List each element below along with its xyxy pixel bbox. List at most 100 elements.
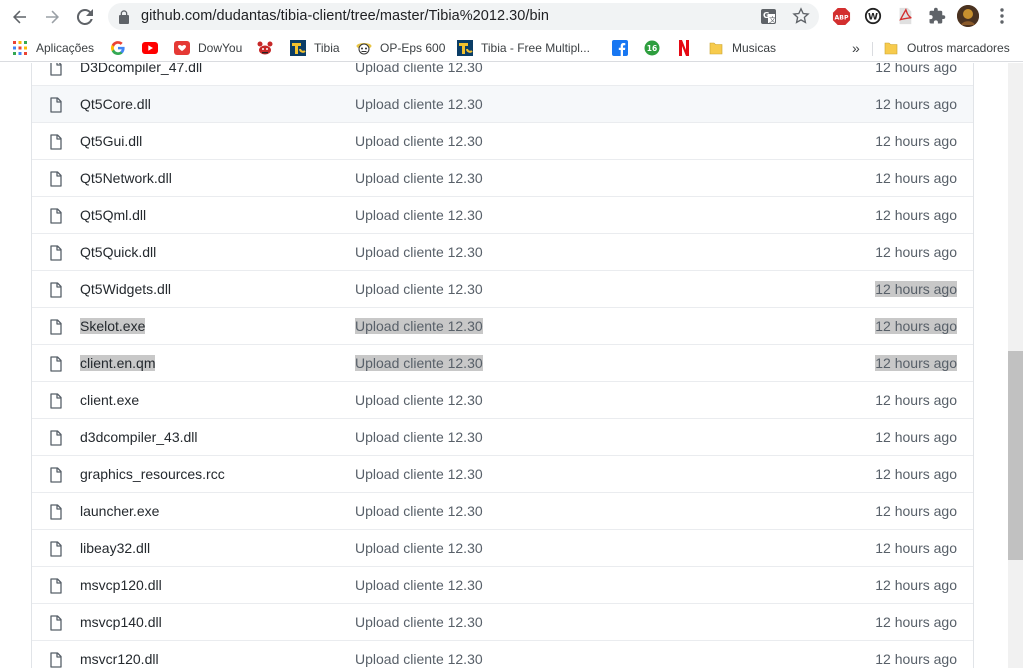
arrow-right-icon [46,10,59,24]
file-icon [50,356,62,372]
commit-age: 12 hours ago [875,503,957,519]
commit-message-link[interactable]: Upload cliente 12.30 [355,281,483,297]
bookmark-crab[interactable] [257,39,273,57]
file-name-link[interactable]: D3Dcompiler_47.dll [80,63,202,75]
commit-message-link[interactable]: Upload cliente 12.30 [355,540,483,556]
file-name-link[interactable]: msvcp140.dll [80,614,162,630]
file-name-link[interactable]: Qt5Quick.dll [80,244,156,260]
table-row[interactable]: msvcr120.dll Upload cliente 12.30 12 hou… [32,640,973,668]
file-name-link[interactable]: launcher.exe [80,503,159,519]
bookmark-op-eps[interactable]: OP-Eps 600 [356,39,445,57]
file-name-link[interactable]: client.exe [80,392,139,408]
bookmark-google[interactable] [110,39,126,57]
file-name-link[interactable]: msvcr120.dll [80,651,159,667]
onepiece-icon [356,40,372,56]
table-row[interactable]: Qt5Qml.dll Upload cliente 12.30 12 hours… [32,196,973,233]
file-name-link[interactable]: Qt5Gui.dll [80,133,142,149]
table-row[interactable]: D3Dcompiler_47.dll Upload cliente 12.30 … [32,63,973,85]
table-row[interactable]: graphics_resources.rcc Upload cliente 12… [32,455,973,492]
table-row[interactable]: Qt5Widgets.dll Upload cliente 12.30 12 h… [32,270,973,307]
commit-message-link[interactable]: Upload cliente 12.30 [355,96,483,112]
file-name-link[interactable]: client.en.qm [80,355,156,371]
table-row[interactable]: Skelot.exe Upload cliente 12.30 12 hours… [32,307,973,344]
pdf-icon[interactable] [895,6,915,26]
bookmark-16[interactable]: 16 [644,39,660,57]
chevron-double-right-icon: » [852,40,860,56]
commit-message-link[interactable]: Upload cliente 12.30 [355,614,483,630]
file-name-link[interactable]: Qt5Core.dll [80,96,151,112]
file-name-link[interactable]: Qt5Qml.dll [80,207,146,223]
browser-toolbar: github.com/dudantas/tibia-client/tree/ma… [0,0,1023,34]
commit-message-link[interactable]: Upload cliente 12.30 [355,170,483,186]
bookmark-folder-musicas[interactable]: Musicas [708,39,776,57]
file-name-link[interactable]: Qt5Widgets.dll [80,281,171,297]
address-bar[interactable]: github.com/dudantas/tibia-client/tree/ma… [108,3,819,30]
bookmark-tibia[interactable]: Tibia [290,39,340,57]
wikiwand-icon[interactable]: W [863,6,883,26]
table-row[interactable]: d3dcompiler_43.dll Upload cliente 12.30 … [32,418,973,455]
page-viewport: D3Dcompiler_47.dll Upload cliente 12.30 … [0,63,1008,668]
adblock-plus-icon[interactable]: ABP [831,6,851,26]
commit-message-link[interactable]: Upload cliente 12.30 [355,392,483,408]
commit-message-link[interactable]: Upload cliente 12.30 [355,318,483,334]
facebook-icon [612,40,628,56]
table-row[interactable]: msvcp120.dll Upload cliente 12.30 12 hou… [32,566,973,603]
bookmark-label: Outros marcadores [907,41,1010,55]
translate-icon[interactable]: G文 [760,8,777,25]
table-row[interactable]: libeay32.dll Upload cliente 12.30 12 hou… [32,529,973,566]
commit-message-link[interactable]: Upload cliente 12.30 [355,207,483,223]
table-row[interactable]: Qt5Quick.dll Upload cliente 12.30 12 hou… [32,233,973,270]
arrow-left-icon [13,10,26,24]
commit-age: 12 hours ago [875,63,957,75]
commit-age: 12 hours ago [875,281,957,297]
commit-message-link[interactable]: Upload cliente 12.30 [355,503,483,519]
table-row[interactable]: Qt5Core.dll Upload cliente 12.30 12 hour… [32,85,973,122]
bookmark-dowyou[interactable]: DowYou [174,39,242,57]
table-row[interactable]: Qt5Network.dll Upload cliente 12.30 12 h… [32,159,973,196]
file-name-link[interactable]: Skelot.exe [80,318,146,334]
file-name-link[interactable]: d3dcompiler_43.dll [80,429,198,445]
tibia-icon [290,40,306,56]
chrome-menu-button[interactable] [992,6,1012,26]
file-name-link[interactable]: msvcp120.dll [80,577,162,593]
svg-text:16: 16 [647,44,657,53]
bookmark-netflix[interactable] [676,39,692,57]
bookmark-apps[interactable]: Aplicações [12,39,94,57]
scrollbar-thumb[interactable] [1008,351,1023,560]
commit-message-link[interactable]: Upload cliente 12.30 [355,429,483,445]
commit-message-link[interactable]: Upload cliente 12.30 [355,133,483,149]
table-row[interactable]: Qt5Gui.dll Upload cliente 12.30 12 hours… [32,122,973,159]
table-row[interactable]: launcher.exe Upload cliente 12.30 12 hou… [32,492,973,529]
reload-icon [76,8,93,25]
table-row[interactable]: client.exe Upload cliente 12.30 12 hours… [32,381,973,418]
commit-message-link[interactable]: Upload cliente 12.30 [355,577,483,593]
commit-message-link[interactable]: Upload cliente 12.30 [355,244,483,260]
back-button[interactable] [8,5,32,29]
puzzle-extensions-icon[interactable] [927,6,947,26]
file-name-link[interactable]: libeay32.dll [80,540,150,556]
avatar-image-icon [957,5,979,27]
bookmarks-overflow-button[interactable]: » [852,39,860,57]
table-row[interactable]: client.en.qm Upload cliente 12.30 12 hou… [32,344,973,381]
file-icon [50,393,62,409]
bookmark-facebook[interactable] [612,39,628,57]
commit-message-link[interactable]: Upload cliente 12.30 [355,651,483,667]
commit-message-link[interactable]: Upload cliente 12.30 [355,466,483,482]
bookmark-star-icon[interactable] [792,7,810,25]
url-text[interactable]: github.com/dudantas/tibia-client/tree/ma… [141,8,549,24]
table-row[interactable]: msvcp140.dll Upload cliente 12.30 12 hou… [32,603,973,640]
commit-age: 12 hours ago [875,207,957,223]
forward-button[interactable] [40,5,64,29]
bookmark-tibia-free[interactable]: Tibia - Free Multipl... [457,39,590,57]
commit-message-link[interactable]: Upload cliente 12.30 [355,63,483,75]
file-name-link[interactable]: graphics_resources.rcc [80,466,225,482]
commit-age: 12 hours ago [875,614,957,630]
file-name-link[interactable]: Qt5Network.dll [80,170,172,186]
bookmark-youtube[interactable] [142,39,158,57]
reload-button[interactable] [73,5,97,29]
commit-age: 12 hours ago [875,429,957,445]
bookmark-other-folder[interactable]: Outros marcadores [883,39,1010,57]
commit-age: 12 hours ago [875,244,957,260]
commit-message-link[interactable]: Upload cliente 12.30 [355,355,483,371]
profile-avatar[interactable] [957,5,979,27]
